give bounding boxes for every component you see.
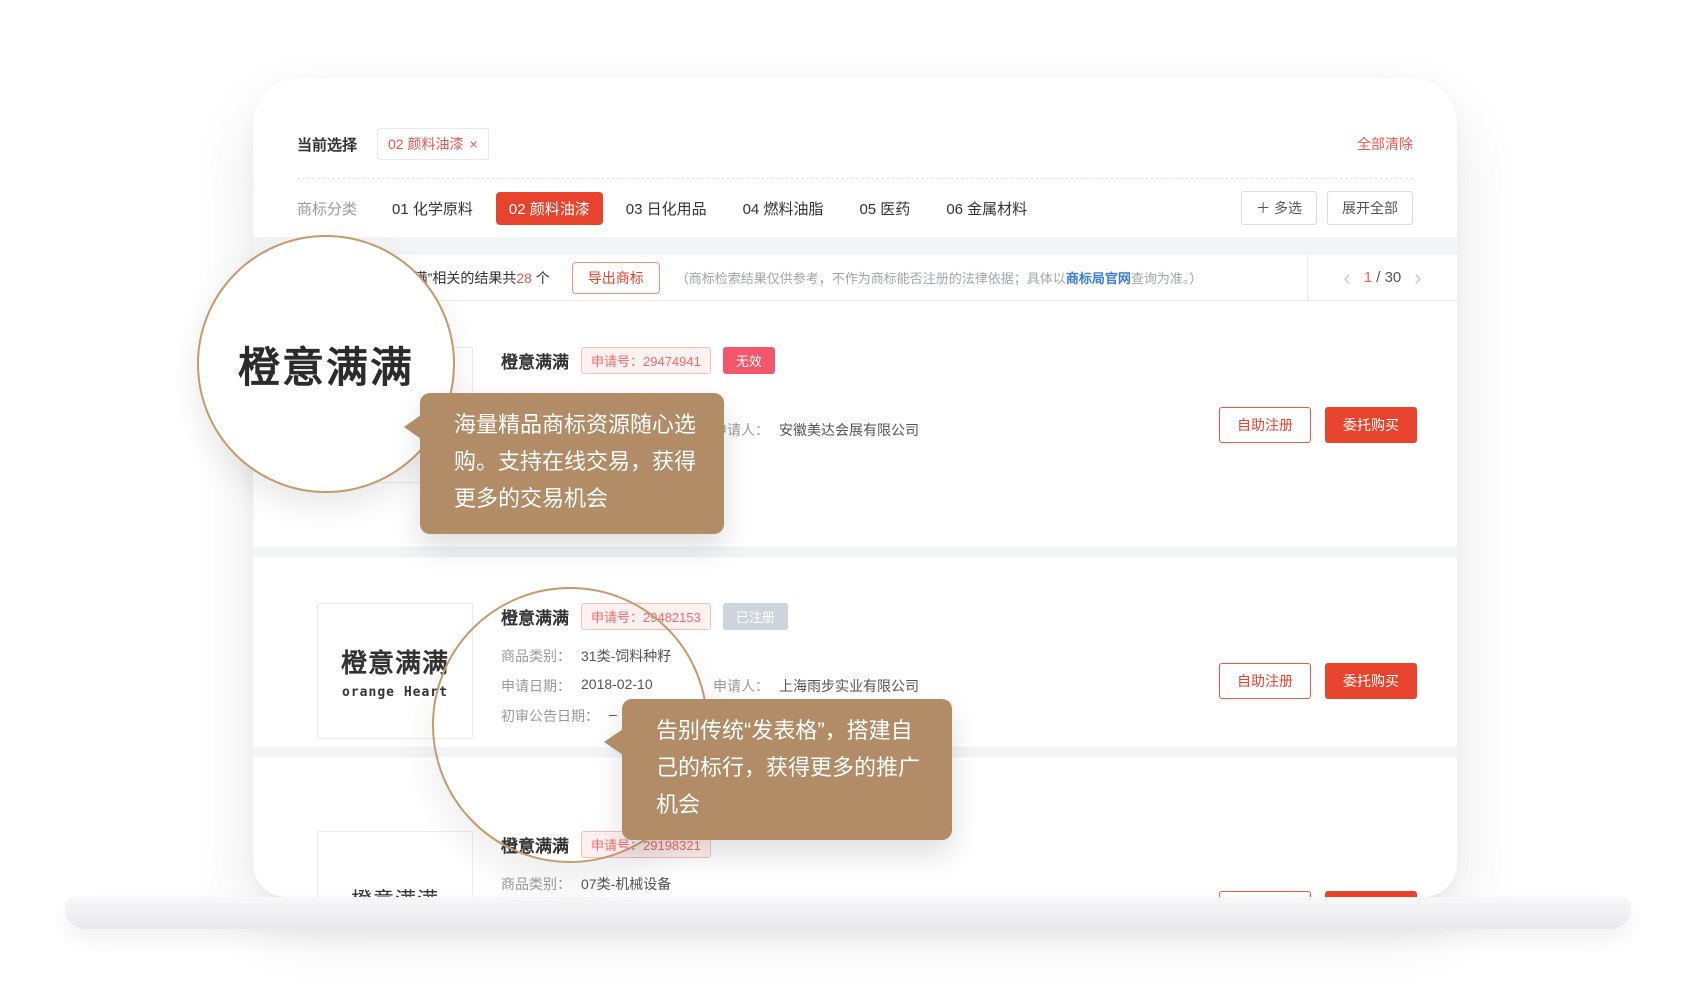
expand-all-button[interactable]: 展开全部 [1327,191,1413,225]
application-number-badge: 申请号：29474941 [581,347,711,374]
selected-filter-tag[interactable]: 02 颜料油漆 × [377,128,489,160]
clear-all-button[interactable]: 全部清除 [1357,134,1413,154]
self-register-button[interactable]: 自助注册 [1219,407,1311,443]
tab-class-05[interactable]: 05 医药 [846,192,923,225]
current-selection-label: 当前选择 [297,134,357,155]
tab-class-01[interactable]: 01 化学原料 [379,192,486,225]
chevron-right-icon[interactable]: › [1414,267,1421,289]
page-separator: / [1372,269,1385,286]
field-label: 申请人： [713,676,769,696]
total-pages: 30 [1385,269,1402,286]
disclaimer-prefix: （商标检索结果仅供参考，不作为商标能否注册的法律依据；具体以 [676,271,1066,286]
pagination: ‹ 1 / 30 › [1307,255,1457,300]
tab-class-03[interactable]: 03 日化用品 [613,192,720,225]
category-bar-actions: ＋ 多选 展开全部 [1241,191,1413,225]
current-page: 1 [1364,269,1372,286]
section-divider [253,237,1457,255]
results-count: 28 [516,270,532,286]
tab-class-06[interactable]: 06 金属材料 [933,192,1040,225]
entrust-purchase-button[interactable]: 委托购买 [1325,663,1417,699]
laptop-base [65,897,1631,929]
trademark-image-subtext: orange Heart [342,685,448,700]
tab-class-04[interactable]: 04 燃料油脂 [730,192,837,225]
row-divider [253,547,1457,557]
page-indicator: 1 / 30 [1364,269,1402,286]
trademark-image-text: 橙意满满 [351,884,439,897]
disclaimer-suffix: 查询为准。） [1131,271,1203,286]
selected-filter-tag-label: 02 颜料油漆 [388,134,463,154]
status-badge-invalid: 无效 [723,347,775,374]
close-icon[interactable]: × [469,137,477,151]
field-value: 07类-机械设备 [581,874,671,894]
tooltip-text: 海量精品商标资源随心选购。支持在线交易，获得更多的交易机会 [454,412,696,511]
row-actions-1: 自助注册 委托购买 [1219,407,1417,443]
category-bar-label: 商标分类 [297,198,357,219]
tooltip-promotion: 告别传统“发表格”，搭建自己的标行，获得更多的推广机会 [622,699,952,840]
tooltip-marketplace: 海量精品商标资源随心选购。支持在线交易，获得更多的交易机会 [420,393,724,534]
field-value: 上海雨步实业有限公司 [779,676,919,696]
entrust-purchase-button[interactable]: 委托购买 [1325,407,1417,443]
chevron-left-icon[interactable]: ‹ [1343,267,1350,289]
trademark-name[interactable]: 橙意满满 [501,348,569,373]
trademark-office-link[interactable]: 商标局官网 [1066,271,1131,286]
tooltip-text: 告别传统“发表格”，搭建自己的标行，获得更多的推广机会 [656,718,920,817]
field-value: 安徽美达会展有限公司 [779,420,919,440]
multi-select-button[interactable]: ＋ 多选 [1241,191,1317,225]
tooltip-arrow-left-icon [404,415,421,439]
magnified-trademark-text: 橙意满满 [238,334,414,395]
trademark-image-3: 橙意满满 [317,831,473,897]
current-selection-bar: 当前选择 02 颜料油漆 × 全部清除 [297,78,1413,179]
field-label: 商品类别： [501,874,571,894]
trademark-image-text: 橙意满满 [341,643,449,680]
magnifier-lens-top: 橙意满满 [197,235,455,493]
export-trademarks-button[interactable]: 导出商标 [572,262,660,294]
row-actions-2: 自助注册 委托购买 [1219,663,1417,699]
category-tab-bar: 商标分类 01 化学原料 02 颜料油漆 03 日化用品 04 燃料油脂 05 … [297,179,1413,237]
status-badge-registered: 已注册 [723,603,788,630]
self-register-button[interactable]: 自助注册 [1219,663,1311,699]
tooltip-arrow-left-icon [604,729,623,755]
results-count-unit: 个 [532,270,550,286]
tab-class-02-active[interactable]: 02 颜料油漆 [496,192,603,225]
results-disclaimer: （商标检索结果仅供参考，不作为商标能否注册的法律依据；具体以商标局官网查询为准。… [676,268,1203,287]
